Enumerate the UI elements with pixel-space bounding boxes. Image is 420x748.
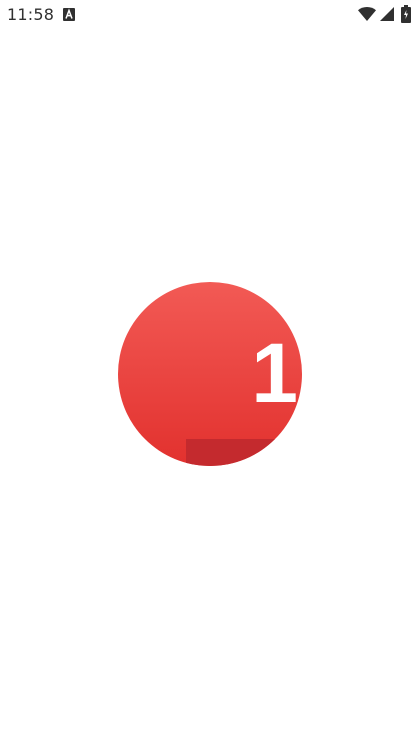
logo-number: 1: [251, 326, 298, 420]
splash-screen: 11:58 1: [0, 0, 420, 748]
wifi-icon: [358, 7, 376, 21]
notification-a-icon: [63, 8, 75, 21]
battery-icon: [401, 5, 411, 23]
logo-fold: [186, 439, 302, 466]
cell-signal-icon: [380, 7, 394, 21]
status-bar: 11:58: [0, 0, 420, 30]
app-logo: 1: [118, 282, 302, 466]
status-time: 11:58: [7, 5, 55, 24]
